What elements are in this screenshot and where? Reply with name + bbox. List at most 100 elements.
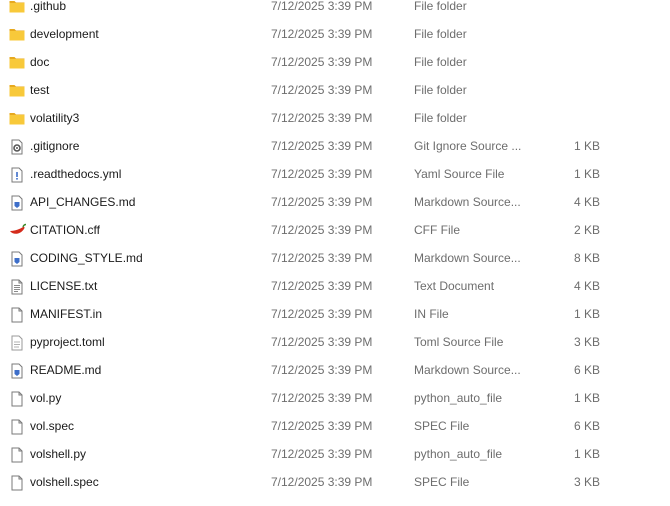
file-row[interactable]: doc 7/12/2025 3:39 PM File folder	[0, 48, 670, 76]
file-type: Markdown Source...	[414, 363, 521, 377]
file-type: File folder	[414, 83, 467, 97]
file-name: development	[30, 27, 99, 41]
file-type: File folder	[414, 55, 467, 69]
file-type: File folder	[414, 111, 467, 125]
file-date-modified: 7/12/2025 3:39 PM	[271, 223, 373, 237]
file-row[interactable]: API_CHANGES.md 7/12/2025 3:39 PM Markdow…	[0, 188, 670, 216]
file-date-modified: 7/12/2025 3:39 PM	[271, 335, 373, 349]
file-row[interactable]: volatility3 7/12/2025 3:39 PM File folde…	[0, 104, 670, 132]
folder-icon	[9, 27, 25, 41]
file-name: volatility3	[30, 111, 80, 125]
file-name: README.md	[30, 363, 102, 377]
file-size: 8 KB	[573, 251, 600, 265]
file-row[interactable]: CODING_STYLE.md 7/12/2025 3:39 PM Markdo…	[0, 244, 670, 272]
folder-icon	[9, 83, 25, 97]
file-size: 1 KB	[573, 391, 600, 405]
file-size: 3 KB	[573, 475, 600, 489]
file-row[interactable]: README.md 7/12/2025 3:39 PM Markdown Sou…	[0, 356, 670, 384]
file-name: .gitignore	[30, 139, 80, 153]
file-row[interactable]: development 7/12/2025 3:39 PM File folde…	[0, 20, 670, 48]
markdown-file-icon	[9, 251, 25, 267]
file-date-modified: 7/12/2025 3:39 PM	[271, 251, 373, 265]
file-name: API_CHANGES.md	[30, 195, 136, 209]
file-size: 1 KB	[573, 307, 600, 321]
file-date-modified: 7/12/2025 3:39 PM	[271, 279, 373, 293]
file-size: 1 KB	[573, 167, 600, 181]
file-date-modified: 7/12/2025 3:39 PM	[271, 167, 373, 181]
file-size: 4 KB	[573, 279, 600, 293]
gear-file-icon	[9, 139, 25, 155]
exclamation-file-icon	[9, 167, 25, 183]
file-row[interactable]: LICENSE.txt 7/12/2025 3:39 PM Text Docum…	[0, 272, 670, 300]
file-type: IN File	[414, 307, 449, 321]
file-name: pyproject.toml	[30, 335, 105, 349]
file-date-modified: 7/12/2025 3:39 PM	[271, 27, 373, 41]
file-list: .github 7/12/2025 3:39 PM File folder de…	[0, 0, 670, 496]
blank-file-icon	[9, 419, 25, 435]
file-row[interactable]: .gitignore 7/12/2025 3:39 PM Git Ignore …	[0, 132, 670, 160]
file-type: Markdown Source...	[414, 195, 521, 209]
file-row[interactable]: volshell.py 7/12/2025 3:39 PM python_aut…	[0, 440, 670, 468]
file-date-modified: 7/12/2025 3:39 PM	[271, 0, 373, 13]
text-file-icon	[9, 279, 25, 295]
file-type: python_auto_file	[414, 447, 503, 461]
file-size: 6 KB	[573, 363, 600, 377]
chili-icon	[9, 223, 27, 237]
file-name: vol.py	[30, 391, 62, 405]
file-type: CFF File	[414, 223, 460, 237]
file-type: SPEC File	[414, 475, 470, 489]
file-size: 6 KB	[573, 419, 600, 433]
file-name: doc	[30, 55, 50, 69]
file-name: LICENSE.txt	[30, 279, 98, 293]
file-row[interactable]: pyproject.toml 7/12/2025 3:39 PM Toml So…	[0, 328, 670, 356]
file-date-modified: 7/12/2025 3:39 PM	[271, 307, 373, 321]
file-name: volshell.py	[30, 447, 87, 461]
file-date-modified: 7/12/2025 3:39 PM	[271, 55, 373, 69]
file-row[interactable]: test 7/12/2025 3:39 PM File folder	[0, 76, 670, 104]
file-name: .readthedocs.yml	[30, 167, 122, 181]
file-type: Yaml Source File	[414, 167, 505, 181]
file-type: File folder	[414, 0, 467, 13]
file-row[interactable]: .github 7/12/2025 3:39 PM File folder	[0, 0, 670, 20]
file-date-modified: 7/12/2025 3:39 PM	[271, 363, 373, 377]
file-name: .github	[30, 0, 67, 13]
folder-icon	[9, 111, 25, 125]
file-size: 2 KB	[573, 223, 600, 237]
file-date-modified: 7/12/2025 3:39 PM	[271, 419, 373, 433]
file-row[interactable]: .readthedocs.yml 7/12/2025 3:39 PM Yaml …	[0, 160, 670, 188]
file-row[interactable]: MANIFEST.in 7/12/2025 3:39 PM IN File 1 …	[0, 300, 670, 328]
file-row[interactable]: volshell.spec 7/12/2025 3:39 PM SPEC Fil…	[0, 468, 670, 496]
file-name: volshell.spec	[30, 475, 99, 489]
file-date-modified: 7/12/2025 3:39 PM	[271, 111, 373, 125]
file-date-modified: 7/12/2025 3:39 PM	[271, 139, 373, 153]
file-row[interactable]: vol.spec 7/12/2025 3:39 PM SPEC File 6 K…	[0, 412, 670, 440]
file-size: 3 KB	[573, 335, 600, 349]
file-date-modified: 7/12/2025 3:39 PM	[271, 447, 373, 461]
file-name: test	[30, 83, 50, 97]
file-type: python_auto_file	[414, 391, 503, 405]
code-file-icon	[9, 335, 25, 351]
file-name: CODING_STYLE.md	[30, 251, 143, 265]
file-type: File folder	[414, 27, 467, 41]
file-type: Toml Source File	[414, 335, 504, 349]
file-row[interactable]: CITATION.cff 7/12/2025 3:39 PM CFF File …	[0, 216, 670, 244]
blank-file-icon	[9, 391, 25, 407]
file-type: Markdown Source...	[414, 251, 521, 265]
markdown-file-icon	[9, 195, 25, 211]
blank-file-icon	[9, 307, 25, 323]
file-type: Text Document	[414, 279, 495, 293]
file-date-modified: 7/12/2025 3:39 PM	[271, 83, 373, 97]
blank-file-icon	[9, 447, 25, 463]
file-type: SPEC File	[414, 419, 470, 433]
file-type: Git Ignore Source ...	[414, 139, 522, 153]
file-date-modified: 7/12/2025 3:39 PM	[271, 195, 373, 209]
file-name: MANIFEST.in	[30, 307, 103, 321]
file-date-modified: 7/12/2025 3:39 PM	[271, 475, 373, 489]
file-size: 4 KB	[573, 195, 600, 209]
file-size: 1 KB	[573, 447, 600, 461]
file-row[interactable]: vol.py 7/12/2025 3:39 PM python_auto_fil…	[0, 384, 670, 412]
file-date-modified: 7/12/2025 3:39 PM	[271, 391, 373, 405]
file-name: CITATION.cff	[30, 223, 101, 237]
blank-file-icon	[9, 475, 25, 491]
markdown-file-icon	[9, 363, 25, 379]
